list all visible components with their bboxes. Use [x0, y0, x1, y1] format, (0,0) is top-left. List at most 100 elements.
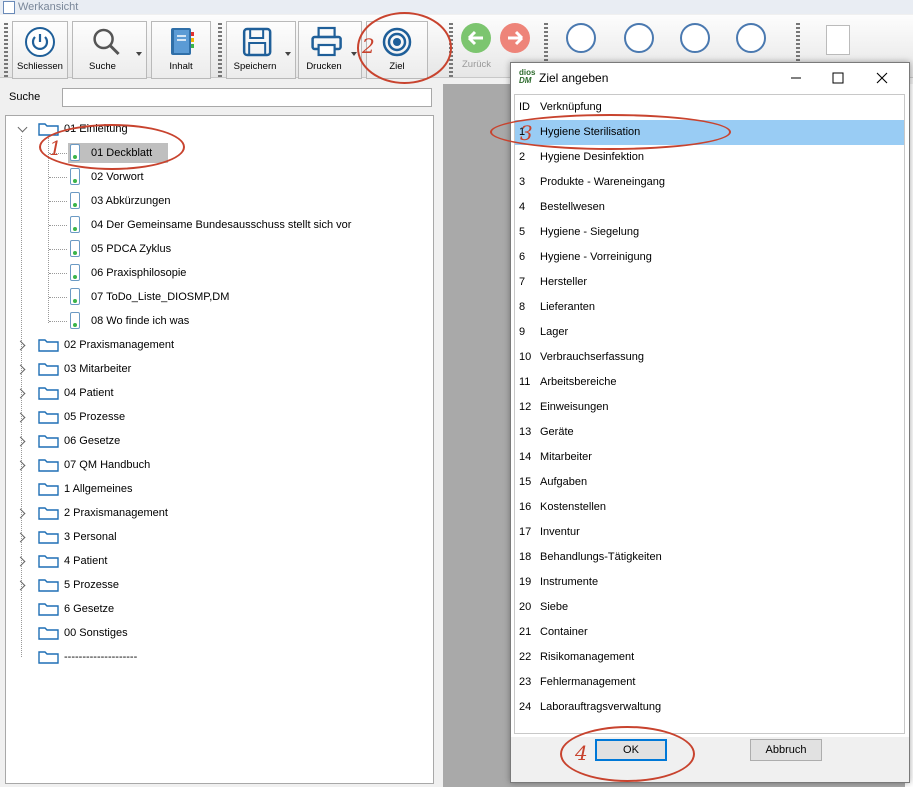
expand-arrow-icon[interactable] — [15, 508, 26, 519]
expand-arrow-icon[interactable] — [15, 460, 26, 471]
tree-folder-label: 06 Gesetze — [64, 435, 121, 447]
expand-arrow-icon[interactable] — [17, 122, 28, 133]
tree-connector — [49, 177, 67, 178]
tree-connector — [48, 138, 49, 323]
tree-folder-label: 07 QM Handbuch — [64, 459, 151, 471]
tree-connector — [49, 297, 67, 298]
drucken-button[interactable]: Drucken — [298, 21, 362, 79]
row-id: 2 — [519, 151, 526, 163]
annotation-number-4: 4 — [575, 741, 588, 765]
row-id: 14 — [519, 451, 532, 463]
list-row[interactable]: 7 Hersteller — [515, 270, 904, 295]
row-id: 24 — [519, 701, 532, 713]
expand-arrow-icon[interactable] — [15, 340, 26, 351]
row-id: 7 — [519, 276, 526, 288]
speichern-button[interactable]: Speichern — [226, 21, 296, 79]
annotation-number-3: 3 — [520, 121, 533, 145]
document-icon — [70, 288, 80, 305]
list-row[interactable]: 13 Geräte — [515, 420, 904, 445]
tree-item-label: 08 Wo finde ich was — [91, 315, 190, 327]
tree-folder-label: 00 Sonstiges — [64, 627, 128, 639]
schliessen-button[interactable]: Schliessen — [12, 21, 68, 79]
row-id: 10 — [519, 351, 532, 363]
row-id: 5 — [519, 226, 526, 238]
back-label: Zurück — [462, 59, 492, 70]
list-row[interactable]: 23 Fehlermanagement — [515, 670, 904, 695]
window-title: Werkansicht — [18, 1, 79, 13]
expand-arrow-icon[interactable] — [15, 580, 26, 591]
row-id: 21 — [519, 626, 532, 638]
row-name: Hygiene - Siegelung — [540, 226, 640, 238]
list-row[interactable]: 10 Verbrauchserfassung — [515, 345, 904, 370]
floppy-icon — [242, 27, 272, 57]
row-name: Aufgaben — [540, 476, 588, 488]
folder-icon — [38, 627, 59, 640]
chevron-down-icon[interactable] — [285, 52, 291, 56]
expand-arrow-icon[interactable] — [15, 412, 26, 423]
list-row[interactable]: 5 Hygiene - Siegelung — [515, 220, 904, 245]
prev-page-icon[interactable] — [624, 23, 654, 53]
list-row[interactable]: 16 Kostenstellen — [515, 495, 904, 520]
document-icon — [70, 168, 80, 185]
tree-connector — [49, 321, 67, 322]
expand-arrow-icon[interactable] — [15, 532, 26, 543]
tree-folder-label: 02 Praxismanagement — [64, 339, 175, 351]
list-row[interactable]: 17 Inventur — [515, 520, 904, 545]
folder-icon — [38, 651, 59, 664]
tree-folder-label: 05 Prozesse — [64, 411, 126, 423]
tree-folder-label: 2 Praxismanagement — [64, 507, 168, 519]
row-id: 13 — [519, 426, 532, 438]
toolbar-grip[interactable] — [218, 23, 222, 79]
list-row[interactable]: 22 Risikomanagement — [515, 645, 904, 670]
tree-folder-label: 03 Mitarbeiter — [64, 363, 132, 375]
list-row[interactable]: 11 Arbeitsbereiche — [515, 370, 904, 395]
expand-arrow-icon[interactable] — [15, 556, 26, 567]
pdf-export-icon[interactable] — [826, 25, 850, 55]
column-header-id: ID — [519, 101, 530, 113]
forward-arrow-icon[interactable] — [500, 23, 530, 53]
row-id: 8 — [519, 301, 526, 313]
tree-folder-label: 1 Allgemeines — [64, 483, 133, 495]
next-page-icon[interactable] — [680, 23, 710, 53]
back-arrow-icon[interactable] — [461, 23, 491, 53]
inhalt-button[interactable]: Inhalt — [151, 21, 211, 79]
expand-arrow-icon[interactable] — [15, 364, 26, 375]
list-row[interactable]: 3 Produkte - Wareneingang — [515, 170, 904, 195]
list-row[interactable]: 14 Mitarbeiter — [515, 445, 904, 470]
close-icon[interactable] — [867, 67, 897, 89]
list-row[interactable]: 18 Behandlungs-Tätigkeiten — [515, 545, 904, 570]
minimize-icon[interactable] — [781, 67, 811, 89]
abbruch-button[interactable]: Abbruch — [750, 739, 822, 761]
ziel-angeben-dialog: dios DM Ziel angeben ID Verknüpfung 1 Hyg… — [510, 62, 910, 783]
expand-arrow-icon[interactable] — [15, 388, 26, 399]
list-row[interactable]: 9 Lager — [515, 320, 904, 345]
list-row[interactable]: 19 Instrumente — [515, 570, 904, 595]
list-row[interactable]: 6 Hygiene - Vorreinigung — [515, 245, 904, 270]
link-target-list[interactable]: ID Verknüpfung 1 Hygiene Sterilisation 2 Hy… — [514, 94, 905, 734]
search-input[interactable] — [62, 88, 432, 107]
list-row[interactable]: 4 Bestellwesen — [515, 195, 904, 220]
maximize-icon[interactable] — [823, 67, 853, 89]
list-row[interactable]: 20 Siebe — [515, 595, 904, 620]
inhalt-label: Inhalt — [169, 61, 193, 72]
row-name: Container — [540, 626, 588, 638]
folder-icon — [38, 363, 59, 376]
document-tree[interactable]: 01 Einleitung 01 Deckblatt 02 Vorwort 03… — [5, 115, 434, 784]
toolbar-grip[interactable] — [4, 23, 8, 79]
last-page-icon[interactable] — [736, 23, 766, 53]
expand-arrow-icon[interactable] — [15, 436, 26, 447]
power-icon — [25, 27, 55, 57]
suche-button[interactable]: Suche — [72, 21, 147, 79]
list-row[interactable]: 24 Laborauftragsverwaltung — [515, 695, 904, 720]
row-name: Risikomanagement — [540, 651, 635, 663]
list-row[interactable]: 8 Lieferanten — [515, 295, 904, 320]
chevron-down-icon[interactable] — [136, 52, 142, 56]
first-page-icon[interactable] — [566, 23, 596, 53]
document-icon — [70, 192, 80, 209]
folder-icon — [38, 435, 59, 448]
list-row[interactable]: 21 Container — [515, 620, 904, 645]
list-row[interactable]: 12 Einweisungen — [515, 395, 904, 420]
chevron-down-icon[interactable] — [351, 52, 357, 56]
list-row[interactable]: 15 Aufgaben — [515, 470, 904, 495]
row-id: 19 — [519, 576, 532, 588]
